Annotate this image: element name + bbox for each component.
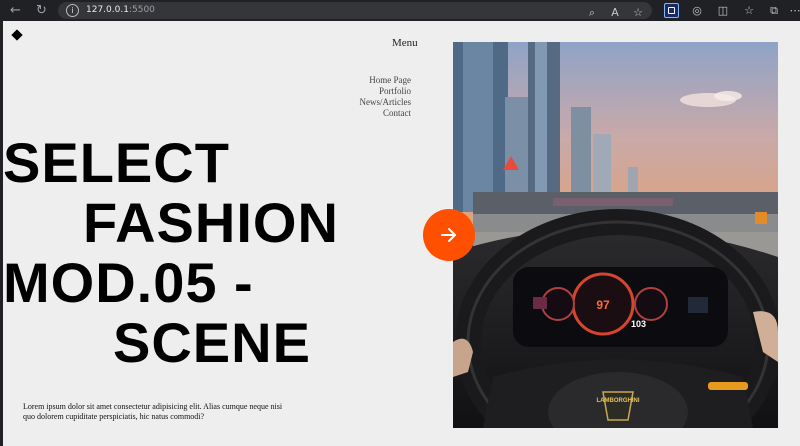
more-icon[interactable]: ⋯ xyxy=(788,4,800,17)
favorites-icon[interactable]: ☆ xyxy=(742,4,756,17)
reload-icon[interactable]: ↻ xyxy=(34,3,49,18)
nav-item-portfolio[interactable]: Portfolio xyxy=(360,86,411,97)
read-aloud-icon[interactable]: A xyxy=(608,6,622,19)
info-icon[interactable]: i xyxy=(66,4,79,17)
hero-headline: SELECT FASHION MOD.05 - SCENE xyxy=(3,133,339,373)
nav-menu: Home Page Portfolio News/Articles Contac… xyxy=(360,75,412,119)
split-screen-icon[interactable]: ◫ xyxy=(716,4,730,17)
car-interior-illustration: 97 103 LAMBORGHINI xyxy=(453,42,778,428)
zoom-icon[interactable]: ⌕ xyxy=(585,6,599,19)
scene-image: 97 103 LAMBORGHINI xyxy=(453,42,778,428)
extension-icon[interactable] xyxy=(664,3,679,18)
menu-label[interactable]: Menu xyxy=(392,37,418,49)
headline-line-2: FASHION xyxy=(83,191,339,254)
copilot-icon[interactable]: ◎ xyxy=(690,4,704,17)
address-bar[interactable]: i 127.0.0.1:5500 ⌕ A ☆ xyxy=(58,2,652,19)
page-viewport: Menu Home Page Portfolio News/Articles C… xyxy=(3,21,800,446)
headline-line-1: SELECT xyxy=(3,131,230,194)
nav-item-news[interactable]: News/Articles xyxy=(360,97,412,108)
back-icon[interactable]: ← xyxy=(8,3,23,18)
browser-toolbar: ← ↻ i 127.0.0.1:5500 ⌕ A ☆ ◎ ◫ ☆ ⧉ ⋯ xyxy=(0,0,800,21)
nav-item-home[interactable]: Home Page xyxy=(360,75,411,86)
arrow-right-icon xyxy=(441,228,456,242)
favorite-star-icon[interactable]: ☆ xyxy=(631,6,645,19)
svg-text:97: 97 xyxy=(596,298,610,312)
hero-description: Lorem ipsum dolor sit amet consectetur a… xyxy=(23,402,283,421)
headline-line-3: MOD.05 - xyxy=(3,251,254,314)
url-text: 127.0.0.1:5500 xyxy=(86,5,155,15)
headline-line-4: SCENE xyxy=(113,311,311,374)
logo-diamond-icon[interactable] xyxy=(11,29,23,41)
collections-icon[interactable]: ⧉ xyxy=(767,4,781,17)
nav-item-contact[interactable]: Contact xyxy=(360,108,411,119)
next-arrow-button[interactable] xyxy=(423,209,475,261)
lamborghini-badge: LAMBORGHINI xyxy=(597,398,640,404)
dashboard-speed: 103 xyxy=(631,319,646,329)
